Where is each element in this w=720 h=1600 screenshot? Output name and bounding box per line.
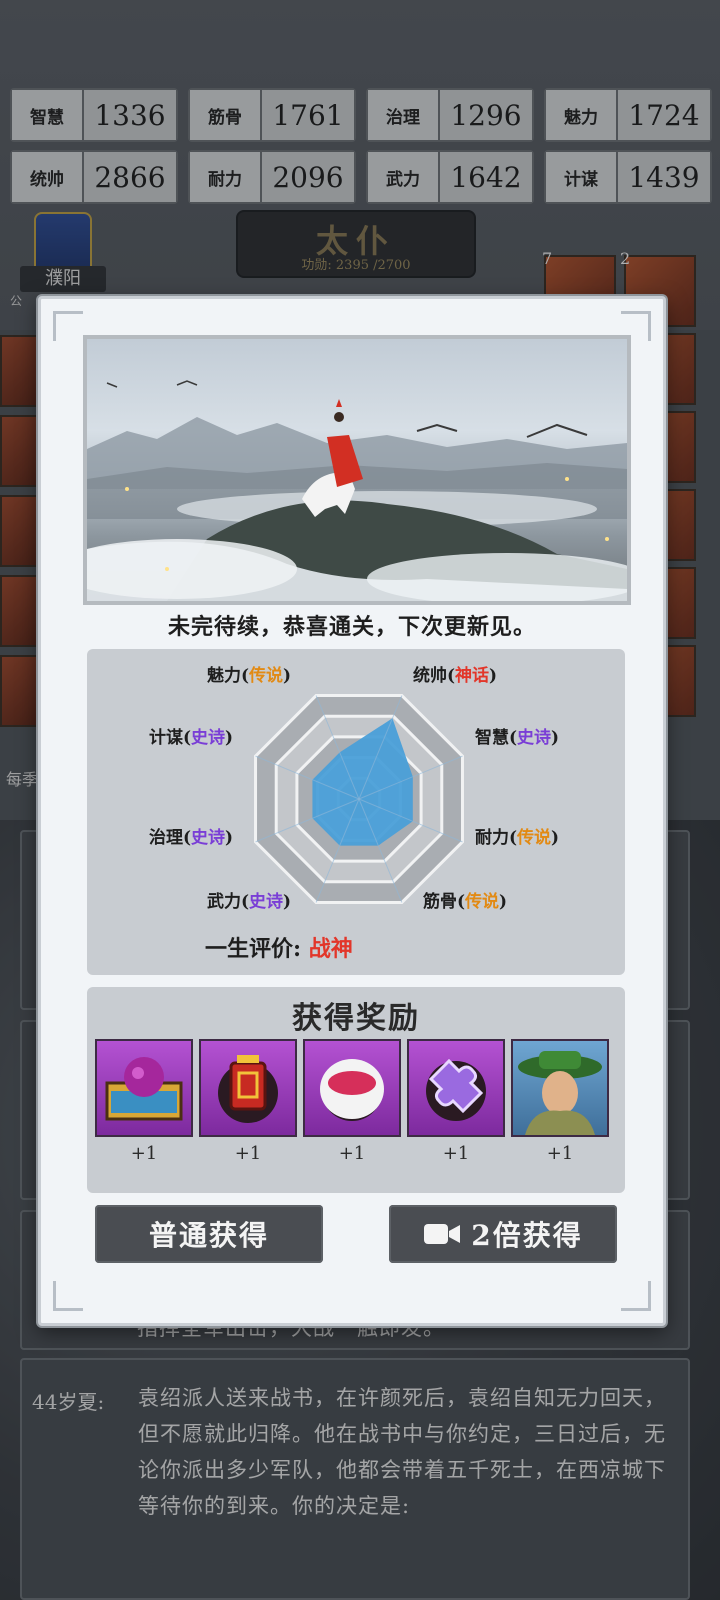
attribute-radar-panel: 统帅(神话) 智慧(史诗) 耐力(传说) 筋骨(传说) 武力(史诗) 治理(史诗…: [87, 649, 625, 975]
attr-physique: 筋骨(传说): [423, 892, 508, 912]
attr-charisma: 魅力(传说): [207, 666, 292, 686]
attr-martial: 武力(史诗): [207, 892, 292, 912]
video-camera-icon: [423, 1221, 461, 1247]
radar-chart: [254, 694, 464, 904]
claim-normal-label: 普通获得: [148, 1219, 269, 1252]
red-lantern-icon[interactable]: [199, 1039, 297, 1137]
attr-strategy: 计谋(史诗): [149, 728, 234, 748]
treasure-chest-icon[interactable]: [95, 1039, 193, 1137]
ending-scene-illustration: [87, 380, 627, 601]
puzzle-piece-icon[interactable]: [407, 1039, 505, 1137]
lifetime-rating: 一生评价: 战神: [205, 931, 353, 963]
ending-message: 未完待续，恭喜通关，下次更新见。: [167, 614, 536, 640]
attr-governance: 治理(史诗): [149, 828, 234, 848]
reward-count: +1: [546, 1143, 574, 1164]
red-bowl-icon[interactable]: [303, 1039, 401, 1137]
corner-ornament: [53, 311, 83, 341]
lifetime-label: 一生评价:: [205, 936, 302, 962]
attr-wisdom: 智慧(史诗): [475, 728, 560, 748]
claim-normal-button[interactable]: 普通获得: [95, 1205, 323, 1263]
ending-scene-image: [83, 335, 631, 605]
attr-endurance: 耐力(传说): [475, 828, 560, 848]
claim-double-label: 2倍获得: [471, 1219, 583, 1252]
reward-count: +1: [442, 1143, 470, 1164]
reward-title: 获得奖励: [292, 1001, 420, 1036]
reward-count: +1: [130, 1143, 158, 1164]
corner-ornament: [621, 1281, 651, 1311]
lifetime-value: 战神: [308, 936, 353, 962]
corner-ornament: [53, 1281, 83, 1311]
ending-modal: 未完待续，恭喜通关，下次更新见。 统帅(神话) 智慧(史诗) 耐力(传说) 筋骨…: [38, 296, 666, 1326]
hero-portrait-icon[interactable]: [511, 1039, 609, 1137]
reward-count: +1: [234, 1143, 262, 1164]
reward-count: +1: [338, 1143, 366, 1164]
reward-panel: 获得奖励 +1 +1 +1 +1 +1: [87, 987, 625, 1193]
attr-command: 统帅(神话): [413, 666, 498, 686]
claim-double-video-button[interactable]: 2倍获得: [389, 1205, 617, 1263]
